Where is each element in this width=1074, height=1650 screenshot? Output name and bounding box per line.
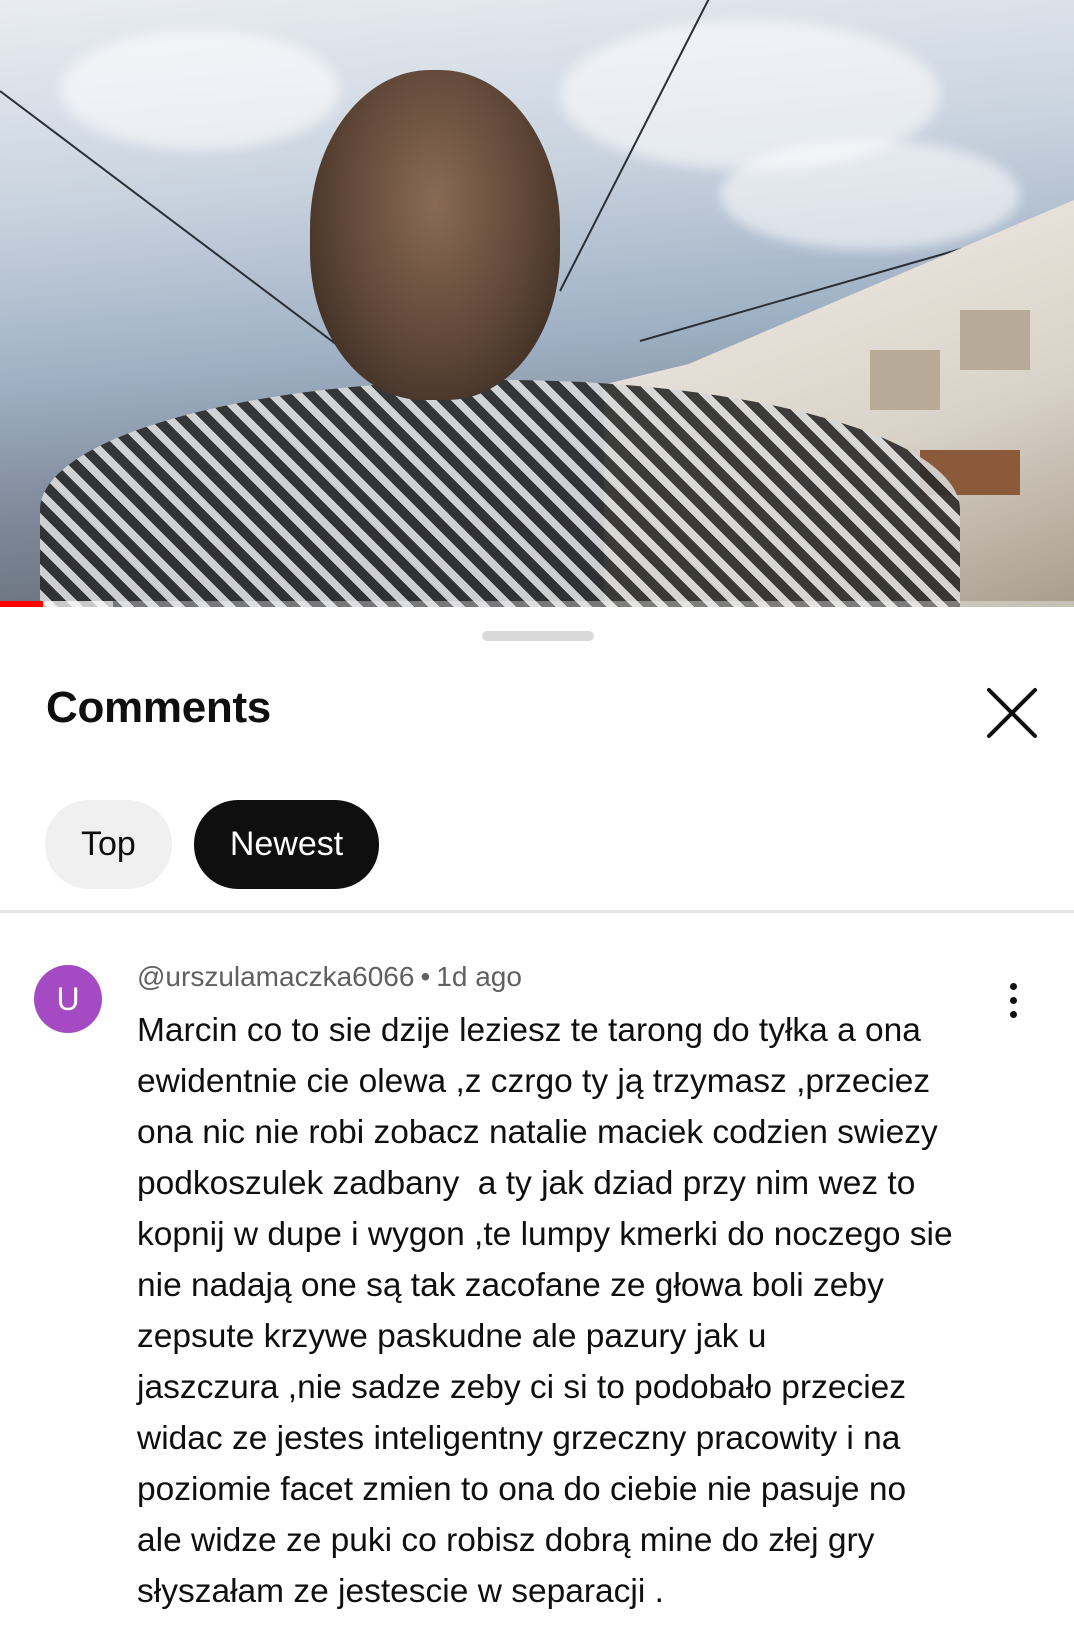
comments-sheet: Comments Top Newest U @urszulamaczka6066… <box>0 607 1074 1650</box>
sort-chip-top[interactable]: Top <box>45 800 172 889</box>
comments-title: Comments <box>46 683 271 732</box>
more-options-button[interactable] <box>990 977 1036 1023</box>
close-icon <box>987 688 1037 738</box>
comment-author[interactable]: @urszulamaczka6066 <box>137 961 414 992</box>
video-player[interactable] <box>0 0 1074 607</box>
video-frame-detail <box>870 350 940 410</box>
comment-meta: @urszulamaczka6066 • 1d ago <box>137 961 522 993</box>
comment-time: 1d ago <box>436 961 522 992</box>
video-frame-detail <box>60 30 340 150</box>
more-vertical-icon <box>1009 982 1017 1018</box>
close-button[interactable] <box>980 681 1044 745</box>
video-frame-detail <box>310 70 560 400</box>
comment-text: Marcin co to sie dzije leziesz te tarong… <box>137 1012 953 1610</box>
sheet-drag-handle[interactable] <box>482 631 594 641</box>
divider <box>0 910 1074 913</box>
video-frame-detail <box>960 310 1030 370</box>
sort-chips: Top Newest <box>45 800 380 889</box>
video-frame-detail <box>720 140 1020 250</box>
avatar[interactable]: U <box>34 965 102 1033</box>
sort-chip-newest[interactable]: Newest <box>193 800 380 889</box>
meta-separator: • <box>420 961 431 992</box>
